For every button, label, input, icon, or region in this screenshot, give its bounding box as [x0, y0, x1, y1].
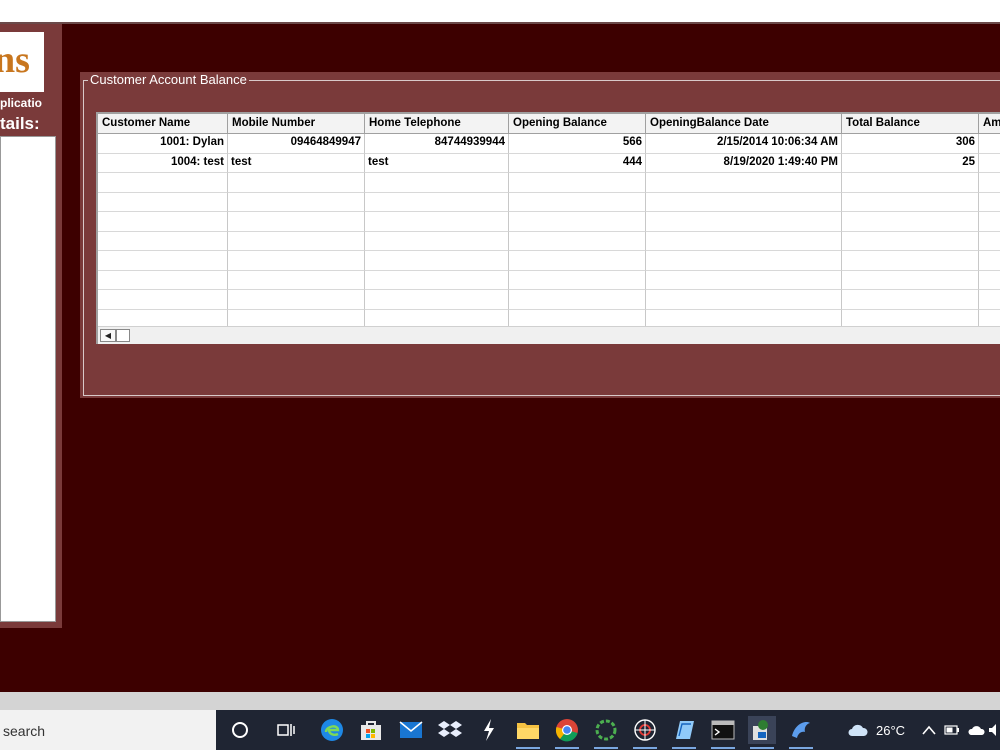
column-header-opening-balance[interactable]: Opening Balance — [509, 114, 646, 134]
grid-header: Customer Name Mobile Number Home Telepho… — [98, 114, 1000, 134]
cell-opening-balance[interactable]: 444 — [509, 153, 646, 173]
battery-icon[interactable] — [944, 710, 960, 750]
cell-opening-balance-date[interactable]: 2/15/2014 10:06:34 AM — [646, 134, 842, 154]
bottom-strip — [0, 692, 1000, 710]
weather-widget[interactable]: 26°C — [846, 710, 905, 750]
dolphin-app-icon[interactable] — [787, 716, 815, 749]
application-label: plicatio — [0, 96, 43, 110]
volume-icon[interactable] — [988, 710, 1000, 750]
table-row[interactable]: 1004: test test test 444 8/19/2020 1:49:… — [98, 153, 1000, 173]
mail-icon[interactable] — [397, 716, 425, 744]
loading-ring-app-icon[interactable] — [592, 716, 620, 749]
notebook-app-icon[interactable] — [670, 716, 698, 749]
cell-amount[interactable] — [979, 154, 1000, 173]
column-header-home-telephone[interactable]: Home Telephone — [365, 114, 509, 134]
details-label: tails: — [0, 114, 40, 133]
empty-row — [98, 270, 1000, 290]
bolt-app-icon[interactable] — [475, 716, 503, 744]
chevron-up-icon — [922, 725, 936, 735]
column-header-total-balance[interactable]: Total Balance — [842, 114, 979, 134]
app-window: ns plicatio tails: Customer Account Bala… — [0, 22, 1000, 692]
column-header-customer-name[interactable]: Customer Name — [98, 114, 228, 134]
details-list[interactable] — [0, 136, 56, 622]
web-network-app-icon[interactable] — [631, 716, 659, 749]
onedrive-cloud-icon[interactable] — [967, 710, 985, 750]
empty-row — [98, 251, 1000, 271]
logo-text: ns — [0, 39, 30, 81]
column-header-amount[interactable]: Am — [979, 114, 1000, 134]
top-strip — [0, 0, 1000, 22]
edge-icon[interactable] — [318, 716, 346, 744]
grid-body: 1001: Dylan 09464849947 84744939944 566 … — [98, 134, 1000, 329]
file-explorer-icon[interactable] — [514, 716, 542, 749]
table-row[interactable]: 1001: Dylan 09464849947 84744939944 566 … — [98, 134, 1000, 154]
column-header-mobile-number[interactable]: Mobile Number — [228, 114, 365, 134]
column-header-opening-balance-date[interactable]: OpeningBalance Date — [646, 114, 842, 134]
taskbar: search 26°C — [0, 710, 1000, 750]
horizontal-scrollbar[interactable]: ◀ — [98, 326, 1000, 344]
cell-customer-name[interactable]: 1004: test — [98, 153, 228, 173]
active-app-icon[interactable] — [748, 716, 776, 749]
cell-opening-balance-date[interactable]: 8/19/2020 1:49:40 PM — [646, 153, 842, 173]
left-panel: ns plicatio tails: — [0, 24, 62, 628]
taskbar-search-box[interactable]: search — [0, 710, 216, 750]
logo: ns — [0, 32, 44, 92]
weather-cloud-icon — [848, 724, 868, 736]
cell-mobile-number[interactable]: test — [228, 153, 365, 173]
dropbox-icon[interactable] — [436, 716, 464, 744]
show-hidden-icons-button[interactable] — [922, 710, 936, 750]
cell-customer-name[interactable]: 1001: Dylan — [98, 134, 228, 154]
cell-mobile-number[interactable]: 09464849947 — [228, 134, 365, 154]
customer-balance-grid[interactable]: Customer Name Mobile Number Home Telepho… — [96, 112, 1000, 344]
chrome-icon[interactable] — [553, 716, 581, 749]
task-view-icon[interactable] — [272, 716, 300, 744]
cell-opening-balance[interactable]: 566 — [509, 134, 646, 154]
cortana-icon[interactable] — [226, 716, 254, 744]
app-top-border — [0, 22, 1000, 24]
cell-amount[interactable] — [979, 134, 1000, 154]
terminal-icon[interactable] — [709, 716, 737, 749]
cell-total-balance[interactable]: 306 — [842, 134, 979, 154]
cell-total-balance[interactable]: 25 — [842, 153, 979, 173]
group-title: Customer Account Balance — [88, 72, 249, 87]
empty-row — [98, 192, 1000, 212]
weather-temperature: 26°C — [876, 722, 906, 738]
empty-row — [98, 212, 1000, 232]
scroll-left-icon[interactable]: ◀ — [100, 329, 116, 342]
empty-row — [98, 173, 1000, 193]
empty-row — [98, 231, 1000, 251]
microsoft-store-icon[interactable] — [357, 716, 385, 744]
cell-home-telephone[interactable]: test — [365, 153, 509, 173]
scroll-thumb[interactable] — [116, 329, 130, 342]
customer-account-balance-group: Customer Account Balance Customer Name M… — [80, 72, 1000, 398]
empty-row — [98, 290, 1000, 310]
taskbar-search-label: search — [3, 723, 46, 739]
cell-home-telephone[interactable]: 84744939944 — [365, 134, 509, 154]
